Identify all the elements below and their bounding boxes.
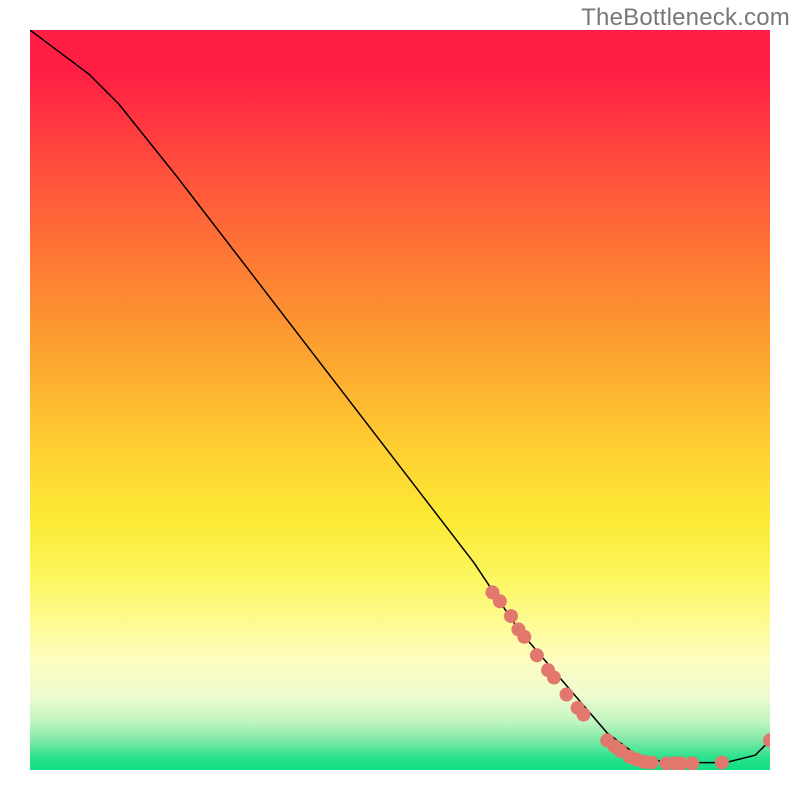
data-point	[530, 648, 544, 662]
watermark-label: TheBottleneck.com	[581, 4, 790, 32]
data-point	[504, 609, 518, 623]
data-point	[577, 708, 591, 722]
data-point	[547, 671, 561, 685]
data-point	[517, 630, 531, 644]
chart-container: TheBottleneck.com	[0, 0, 800, 800]
data-point	[715, 756, 729, 770]
data-point	[493, 594, 507, 608]
chart-overlay	[30, 30, 770, 770]
bottleneck-curve-line	[30, 30, 770, 763]
data-point	[560, 688, 574, 702]
highlighted-points-group	[486, 585, 771, 770]
data-point	[645, 756, 659, 770]
data-point	[685, 756, 699, 770]
